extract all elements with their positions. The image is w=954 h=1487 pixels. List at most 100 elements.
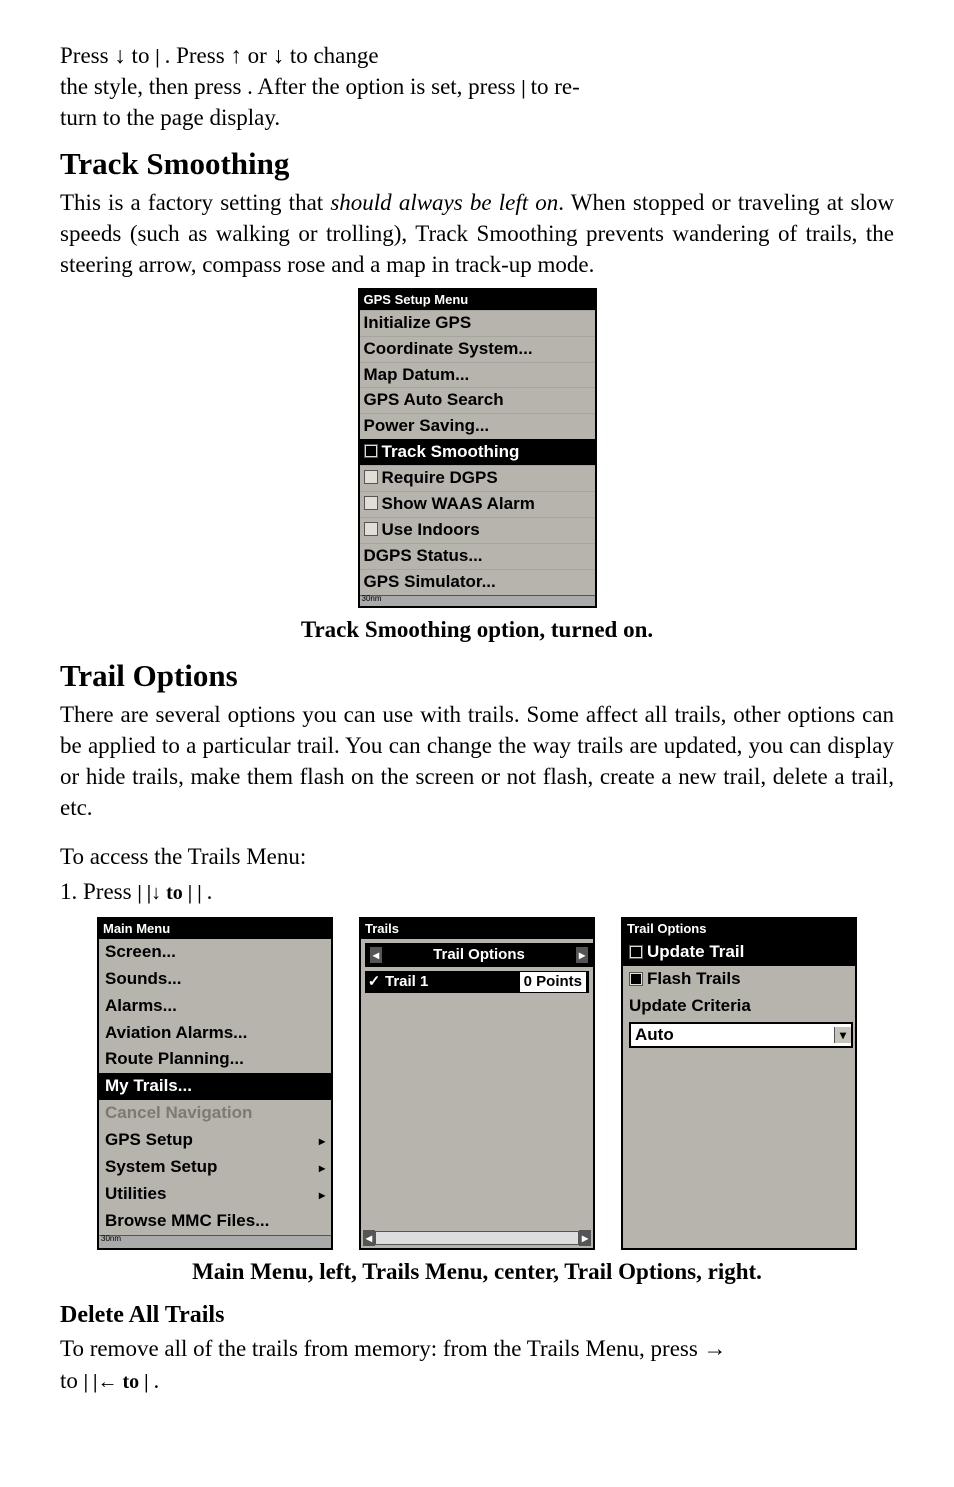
main-menu-system-setup[interactable]: System Setup ▸ (99, 1154, 331, 1181)
main-menu-utilities-label: Utilities (105, 1183, 166, 1206)
track-smoothing-heading: Track Smoothing (60, 143, 894, 185)
gps-item-use-indoors-label: Use Indoors (382, 520, 480, 539)
main-menu-screen-label: Screen... (105, 941, 176, 964)
trails-menu-trail1-row[interactable]: ✓ Trail 1 0 Points (365, 971, 589, 993)
style-step-thenpress: the style, then press (60, 74, 247, 99)
gps-setup-menu: GPS Setup Menu Initialize GPS Coordinate… (358, 288, 597, 608)
intro-paragraph: Press ↓ to | . Press ↑ or ↓ to change th… (60, 40, 894, 133)
main-menu-my-trails[interactable]: My Trails... (99, 1073, 331, 1100)
show-waas-checkbox-icon (364, 496, 378, 510)
step1-a: 1. Press (60, 879, 137, 904)
trailopts-update-trail-label: Update Trail (647, 941, 744, 964)
trail-visible-check-icon: ✓ (367, 972, 381, 992)
gps-item-map-datum[interactable]: Map Datum... (360, 362, 595, 388)
main-menu-screen[interactable]: Screen... (99, 939, 331, 966)
delete-trails-sep1: | (84, 1371, 93, 1393)
gps-item-initialize[interactable]: Initialize GPS (360, 310, 595, 336)
main-menu-my-trails-label: My Trails... (105, 1075, 192, 1098)
trailopts-flash-trails-label: Flash Trails (647, 968, 741, 991)
step1-d: | (188, 882, 197, 904)
trail-options-heading: Trail Options (60, 655, 894, 697)
delete-trails-left-to: |← to (93, 1371, 144, 1393)
submenu-arrow-icon: ▸ (309, 1187, 325, 1203)
main-menu-cancel-nav: Cancel Navigation (99, 1100, 331, 1127)
delete-trails-line1: To remove all of the trails from memory:… (60, 1336, 727, 1361)
main-menu-cancel-nav-label: Cancel Navigation (105, 1102, 252, 1125)
trails-menu-trail1-name: Trail 1 (381, 972, 515, 992)
scroll-right-icon[interactable]: ▸ (579, 1230, 591, 1246)
trailopts-update-criteria-dropdown[interactable]: Auto ▾ (629, 1022, 853, 1049)
gps-item-require-dgps[interactable]: Require DGPS (360, 465, 595, 491)
main-menu-sounds[interactable]: Sounds... (99, 966, 331, 993)
trails-menu-title: Trails (361, 919, 593, 939)
delete-all-trails-body: To remove all of the trails from memory:… (60, 1333, 894, 1395)
style-step-change: . Press ↑ or ↓ to change (165, 43, 379, 68)
main-menu-alarms[interactable]: Alarms... (99, 993, 331, 1020)
gps-menu-caption: Track Smoothing option, turned on. (60, 614, 894, 645)
main-menu: Main Menu Screen... Sounds... Alarms... … (97, 917, 333, 1250)
submenu-arrow-icon: ▸ (309, 1160, 325, 1176)
style-step-press: Press ↓ to (60, 43, 155, 68)
scrollbar-track[interactable] (375, 1231, 579, 1245)
trails-menu-option-label: Trail Options (382, 945, 576, 965)
gps-item-show-waas-label: Show WAAS Alarm (382, 494, 535, 513)
scroll-left-icon[interactable]: ◂ (363, 1230, 375, 1246)
main-menu-gps-setup-label: GPS Setup (105, 1129, 193, 1152)
gps-item-coord-system[interactable]: Coordinate System... (360, 336, 595, 362)
main-menu-alarms-label: Alarms... (105, 995, 177, 1018)
step1-c: |↓ to (147, 882, 188, 904)
main-menu-title: Main Menu (99, 919, 331, 939)
track-smoothing-body-a: This is a factory setting that (60, 190, 330, 215)
trailopts-flash-trails[interactable]: Flash Trails (623, 966, 855, 993)
delete-trails-sep2: | (144, 1371, 153, 1393)
main-menu-browse-mmc-label: Browse MMC Files... (105, 1210, 269, 1233)
dropdown-arrow-icon[interactable]: ▾ (834, 1027, 851, 1043)
trailopts-update-trail[interactable]: Update Trail (623, 939, 855, 966)
main-menu-gps-setup[interactable]: GPS Setup ▸ (99, 1127, 331, 1154)
main-menu-av-alarms-label: Aviation Alarms... (105, 1022, 247, 1045)
style-step-toreturn-b: turn to the page display. (60, 105, 280, 130)
main-menu-utilities[interactable]: Utilities ▸ (99, 1181, 331, 1208)
style-key-sep2: | (521, 77, 530, 99)
main-menu-browse-mmc[interactable]: Browse MMC Files... (99, 1208, 331, 1235)
submenu-arrow-icon: ▸ (309, 1133, 325, 1149)
gps-item-track-smoothing-label: Track Smoothing (382, 442, 520, 461)
main-menu-system-setup-label: System Setup (105, 1156, 217, 1179)
main-menu-route-plan[interactable]: Route Planning... (99, 1046, 331, 1073)
trails-menu: Trails ◂ Trail Options ▸ ✓ Trail 1 0 Poi… (359, 917, 595, 1250)
trailopts-update-criteria-label: Update Criteria (623, 993, 855, 1020)
trails-access-line: To access the Trails Menu: (60, 841, 894, 872)
delete-all-trails-heading: Delete All Trails (60, 1299, 894, 1331)
step1-e: | (197, 882, 206, 904)
trail-options-menu: Trail Options Update Trail Flash Trails … (621, 917, 857, 1250)
step1-b: | (137, 882, 146, 904)
scroll-left-icon[interactable]: ◂ (370, 947, 382, 963)
main-menu-av-alarms[interactable]: Aviation Alarms... (99, 1020, 331, 1047)
gps-item-gps-simulator[interactable]: GPS Simulator... (360, 569, 595, 595)
scroll-right-icon[interactable]: ▸ (576, 947, 588, 963)
trails-access-step1: 1. Press | |↓ to | | . (60, 876, 894, 907)
trailopts-update-criteria-value: Auto (631, 1024, 834, 1047)
main-menu-footer (99, 1235, 331, 1248)
gps-item-power-saving[interactable]: Power Saving... (360, 413, 595, 439)
step1-f: . (207, 879, 213, 904)
gps-item-auto-search[interactable]: GPS Auto Search (360, 387, 595, 413)
trail-options-body: There are several options you can use wi… (60, 699, 894, 823)
delete-trails-line2a: to (60, 1368, 84, 1393)
use-indoors-checkbox-icon (364, 522, 378, 536)
trails-menu-trail-options[interactable]: ◂ Trail Options ▸ (365, 943, 593, 967)
style-step-afterset: . After the option is set, press (247, 74, 521, 99)
gps-item-dgps-status[interactable]: DGPS Status... (360, 543, 595, 569)
require-dgps-checkbox-icon (364, 470, 378, 484)
gps-setup-menu-title: GPS Setup Menu (360, 290, 595, 310)
main-menu-route-plan-label: Route Planning... (105, 1048, 244, 1071)
track-smoothing-checkbox-icon (364, 444, 378, 458)
trails-menu-trail1-points: 0 Points (519, 971, 587, 993)
track-smoothing-body: This is a factory setting that should al… (60, 187, 894, 280)
gps-item-track-smoothing[interactable]: Track Smoothing (360, 439, 595, 465)
trails-menu-hscrollbar[interactable]: ◂ ▸ (361, 1228, 593, 1248)
gps-item-show-waas[interactable]: Show WAAS Alarm (360, 491, 595, 517)
delete-trails-period: . (154, 1368, 160, 1393)
update-trail-checkbox-icon (629, 945, 643, 959)
gps-item-use-indoors[interactable]: Use Indoors (360, 517, 595, 543)
